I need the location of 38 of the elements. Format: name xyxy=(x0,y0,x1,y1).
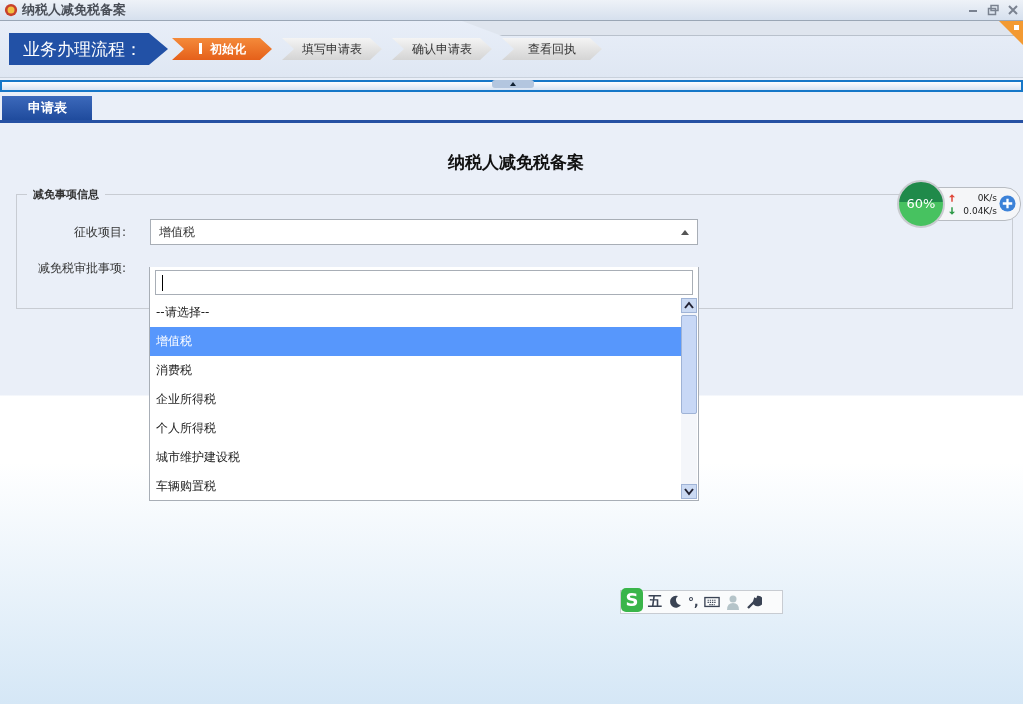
caret-icon xyxy=(681,229,689,235)
search-field[interactable] xyxy=(155,270,693,295)
down-arrow-icon xyxy=(949,206,955,215)
close-icon[interactable] xyxy=(1007,4,1019,16)
scrollbar[interactable] xyxy=(681,298,697,499)
network-widget[interactable]: 60% 0K/s 0.04K/s xyxy=(897,180,1021,226)
scroll-down-icon[interactable] xyxy=(681,484,697,499)
restore-icon[interactable] xyxy=(987,4,999,16)
scroll-up-icon[interactable] xyxy=(681,298,697,313)
dropdown-option[interactable]: --请选择-- xyxy=(150,298,681,327)
dropdown-option[interactable]: 企业所得税 xyxy=(150,385,681,414)
tax-select[interactable]: 增值税 xyxy=(150,219,698,245)
field-label: 征收项目: xyxy=(72,223,127,241)
form-title: 纳税人减免税备案 xyxy=(446,151,585,174)
process-step[interactable]: 确认申请表 xyxy=(392,38,492,60)
input-mode[interactable]: 五 xyxy=(648,593,662,611)
window-title: 纳税人减免税备案 xyxy=(22,1,126,19)
dropdown-option[interactable]: 车辆购置税 xyxy=(150,472,681,501)
up-arrow-icon xyxy=(949,193,955,202)
ime-toolbar[interactable]: S 五 °, xyxy=(620,590,783,614)
plus-icon[interactable] xyxy=(999,195,1016,212)
field-label: 减免税审批事项: xyxy=(36,259,127,277)
download-speed: 0.04K/s xyxy=(963,205,997,216)
process-step[interactable]: 填写申请表 xyxy=(282,38,382,60)
dropdown-option[interactable]: 城市维护建设税 xyxy=(150,443,681,472)
upload-speed: 0K/s xyxy=(977,192,997,203)
punctuation-toggle[interactable]: °, xyxy=(688,595,699,609)
tab[interactable]: 申请表 xyxy=(2,96,92,120)
dropdown-option[interactable]: 消费税 xyxy=(150,356,681,385)
collapse-splitter[interactable] xyxy=(0,80,1023,92)
corner-icon[interactable] xyxy=(999,21,1023,45)
emblem-icon xyxy=(4,3,18,17)
dropdown-option[interactable]: 个人所得税 xyxy=(150,414,681,443)
process-step[interactable]: 查看回执 xyxy=(502,38,602,60)
process-label: 业务办理流程： xyxy=(9,33,168,65)
moon-icon[interactable] xyxy=(667,594,683,610)
keyboard-icon[interactable] xyxy=(703,594,720,610)
section-legend: 减免事项信息 xyxy=(27,187,105,202)
